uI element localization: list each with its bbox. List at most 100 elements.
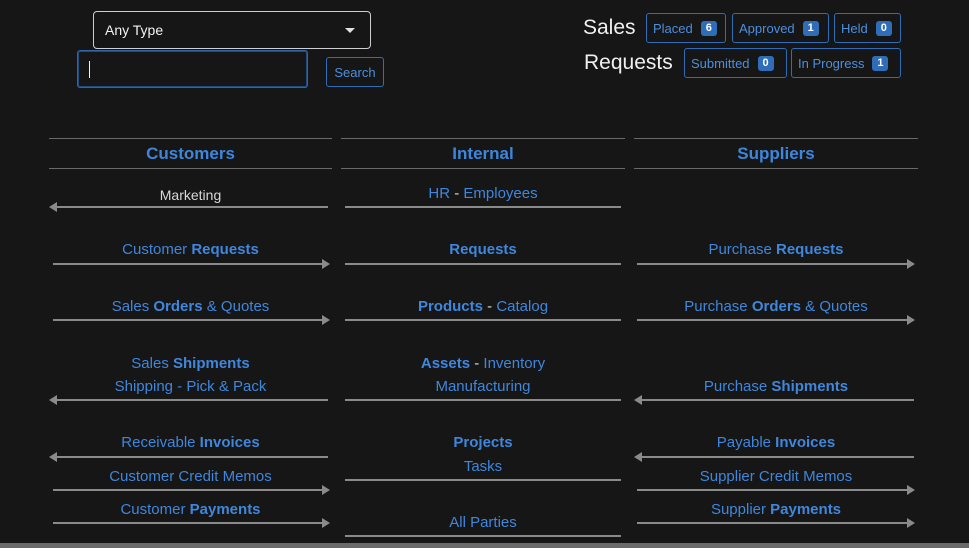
sales-shipments-link[interactable]: Sales Shipments <box>49 355 332 372</box>
flow-line <box>49 202 328 212</box>
in-progress-pill[interactable]: In Progress 1 <box>791 48 901 78</box>
divider <box>634 138 918 139</box>
link-text: Supplier <box>710 501 771 518</box>
flow-line <box>637 518 915 528</box>
suppliers-heading[interactable]: Suppliers <box>634 144 918 164</box>
purchase-requests-link[interactable]: Purchase Requests <box>634 241 918 258</box>
flow-line <box>49 452 328 462</box>
marketing-link[interactable]: Marketing <box>49 187 332 203</box>
hr-text: HR <box>428 185 451 202</box>
divider <box>341 168 625 169</box>
type-select-value: Any Type <box>105 22 164 38</box>
all-parties-link[interactable]: All Parties <box>341 514 625 531</box>
payable-invoices-link[interactable]: Payable Invoices <box>634 434 918 451</box>
arrow-left-icon <box>634 395 642 405</box>
separator: - <box>482 298 497 315</box>
divider <box>49 138 332 139</box>
separator: - <box>470 355 484 372</box>
separator: - <box>450 185 464 202</box>
divider <box>341 138 625 139</box>
search-button[interactable]: Search <box>326 57 384 87</box>
held-pill[interactable]: Held 0 <box>834 13 901 43</box>
internal-heading[interactable]: Internal <box>341 144 625 164</box>
requests-link[interactable]: Requests <box>341 241 625 258</box>
count-badge: 1 <box>872 55 889 71</box>
purchase-shipments-link[interactable]: Purchase Shipments <box>634 378 918 395</box>
customer-payments-link[interactable]: Customer Payments <box>49 501 332 518</box>
pill-label: Submitted <box>691 55 750 71</box>
link-text: Customer <box>120 501 190 518</box>
receivable-invoices-link[interactable]: Receivable Invoices <box>49 434 332 451</box>
link-text: Purchase <box>708 241 776 258</box>
search-input[interactable] <box>77 50 308 88</box>
pill-label: In Progress <box>798 55 865 71</box>
pill-label: Approved <box>739 20 795 36</box>
flow-line <box>53 518 330 528</box>
approved-pill[interactable]: Approved 1 <box>732 13 829 43</box>
link-text: & Quotes <box>202 298 270 315</box>
sales-orders-link[interactable]: Sales Orders & Quotes <box>49 298 332 315</box>
flow-line <box>345 479 621 481</box>
arrow-right-icon <box>322 315 330 325</box>
pill-label: Held <box>841 20 868 36</box>
arrow-left-icon <box>49 202 57 212</box>
flow-line <box>345 535 621 537</box>
customers-heading[interactable]: Customers <box>49 144 332 164</box>
placed-pill[interactable]: Placed 6 <box>646 13 726 43</box>
link-text-bold: Orders <box>153 298 203 315</box>
purchase-orders-link[interactable]: Purchase Orders & Quotes <box>634 298 918 315</box>
products-catalog-link[interactable]: Products - Catalog <box>341 298 625 315</box>
link-text: Catalog <box>496 298 549 315</box>
link-text-bold: Requests <box>449 241 517 258</box>
link-text-bold: Shipments <box>173 355 250 372</box>
divider <box>49 168 332 169</box>
type-select[interactable]: Any Type <box>93 11 371 49</box>
flow-line <box>345 399 621 401</box>
submitted-pill[interactable]: Submitted 0 <box>684 48 787 78</box>
link-text-bold: Orders <box>751 298 802 315</box>
arrow-right-icon <box>907 485 915 495</box>
supplier-payments-link[interactable]: Supplier Payments <box>634 501 918 518</box>
supplier-credit-memos-link[interactable]: Supplier Credit Memos <box>634 468 918 485</box>
link-text-bold: Requests <box>191 241 259 258</box>
link-text: & Quotes <box>801 298 868 315</box>
link-text-bold: Projects <box>453 434 513 451</box>
link-text-bold: Assets <box>420 355 471 372</box>
count-badge: 0 <box>875 20 892 36</box>
caret-down-icon <box>345 28 355 33</box>
requests-status-title: Requests <box>584 51 673 74</box>
flow-line <box>49 395 328 405</box>
shipping-pick-pack-link[interactable]: Shipping - Pick & Pack <box>49 378 332 395</box>
arrow-left-icon <box>49 452 57 462</box>
flow-line <box>53 259 330 269</box>
customer-requests-link[interactable]: Customer Requests <box>49 241 332 258</box>
arrow-right-icon <box>322 485 330 495</box>
count-badge: 0 <box>757 55 774 71</box>
pill-label: Placed <box>653 20 693 36</box>
employees-text: Employees <box>463 185 538 202</box>
arrow-left-icon <box>49 395 57 405</box>
arrow-right-icon <box>322 259 330 269</box>
link-text-bold: Products <box>417 298 483 315</box>
sales-status-title: Sales <box>583 16 636 39</box>
link-text-bold: Invoices <box>775 434 836 451</box>
link-text: Purchase <box>684 298 752 315</box>
count-badge: 6 <box>700 20 717 36</box>
link-text: Customer <box>122 241 192 258</box>
link-text: Sales <box>131 355 173 372</box>
arrow-right-icon <box>907 518 915 528</box>
link-text: Receivable <box>121 434 200 451</box>
projects-link[interactable]: Projects <box>341 434 625 451</box>
arrow-right-icon <box>907 315 915 325</box>
customer-credit-memos-link[interactable]: Customer Credit Memos <box>49 468 332 485</box>
tasks-link[interactable]: Tasks <box>341 458 625 475</box>
flow-line <box>634 452 914 462</box>
hr-employees-link[interactable]: HR - Employees <box>341 185 625 202</box>
flow-line <box>345 319 621 321</box>
manufacturing-link[interactable]: Manufacturing <box>341 378 625 395</box>
assets-inventory-link[interactable]: Assets - Inventory <box>341 355 625 372</box>
text-cursor <box>89 61 90 78</box>
link-text-bold: Invoices <box>199 434 260 451</box>
bottom-border <box>0 543 969 548</box>
link-text: Payable <box>716 434 776 451</box>
